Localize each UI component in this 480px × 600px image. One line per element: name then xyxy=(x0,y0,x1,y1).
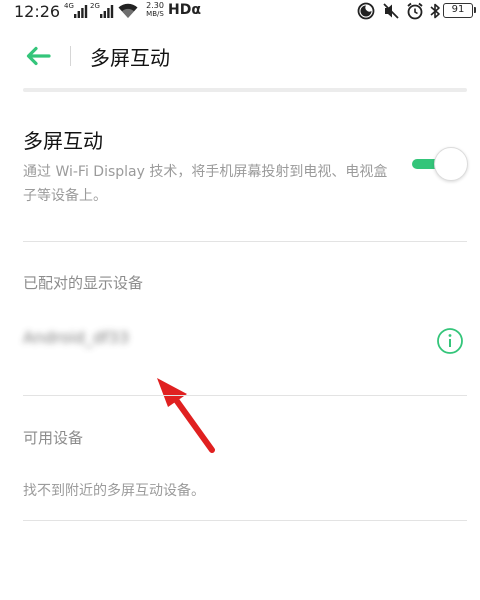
sim1-network-tag: 4G xyxy=(64,2,74,10)
network-speed-unit: MB/S xyxy=(146,10,164,18)
back-arrow-icon xyxy=(26,46,51,66)
no-devices-message: 找不到附近的多屏互动设备。 xyxy=(23,483,205,499)
header-separator xyxy=(23,88,467,92)
divider xyxy=(23,520,467,521)
battery-icon: 91 xyxy=(443,3,476,18)
do-not-disturb-icon xyxy=(357,2,375,20)
wifi-icon xyxy=(118,3,138,18)
battery-level: 91 xyxy=(451,4,465,15)
network-speed: 2.30 MB/S xyxy=(143,1,167,19)
device-info-button[interactable] xyxy=(436,327,464,355)
network-speed-value: 2.30 xyxy=(146,1,164,10)
mute-icon xyxy=(383,3,399,19)
page-title: 多屏互动 xyxy=(90,46,170,70)
alarm-icon xyxy=(407,2,423,20)
toggle-description: 通过 Wi-Fi Display 技术，将手机屏幕投射到电视、电视盒子等设备上。 xyxy=(23,164,388,204)
status-bar: 12:26 4G 2G 2.30 MB/S HDα 91 xyxy=(0,0,480,24)
header-divider xyxy=(70,46,71,66)
sim2-network-tag: 2G xyxy=(90,2,100,10)
info-icon xyxy=(437,328,463,354)
device-name: Android_df33 xyxy=(23,328,130,347)
paired-device-item[interactable]: Android_df33 xyxy=(0,315,480,365)
annotation-arrow-icon xyxy=(157,378,215,453)
switch-knob xyxy=(434,147,468,181)
toggle-title: 多屏互动 xyxy=(23,129,103,153)
paired-devices-label: 已配对的显示设备 xyxy=(23,274,144,292)
hd-label: HDα xyxy=(168,2,201,18)
divider xyxy=(23,395,467,396)
available-devices-label: 可用设备 xyxy=(23,429,84,447)
back-button[interactable] xyxy=(22,40,54,72)
bluetooth-icon xyxy=(430,3,440,19)
divider xyxy=(23,241,467,242)
screen-cast-switch[interactable] xyxy=(410,147,468,181)
status-time: 12:26 xyxy=(14,2,61,21)
